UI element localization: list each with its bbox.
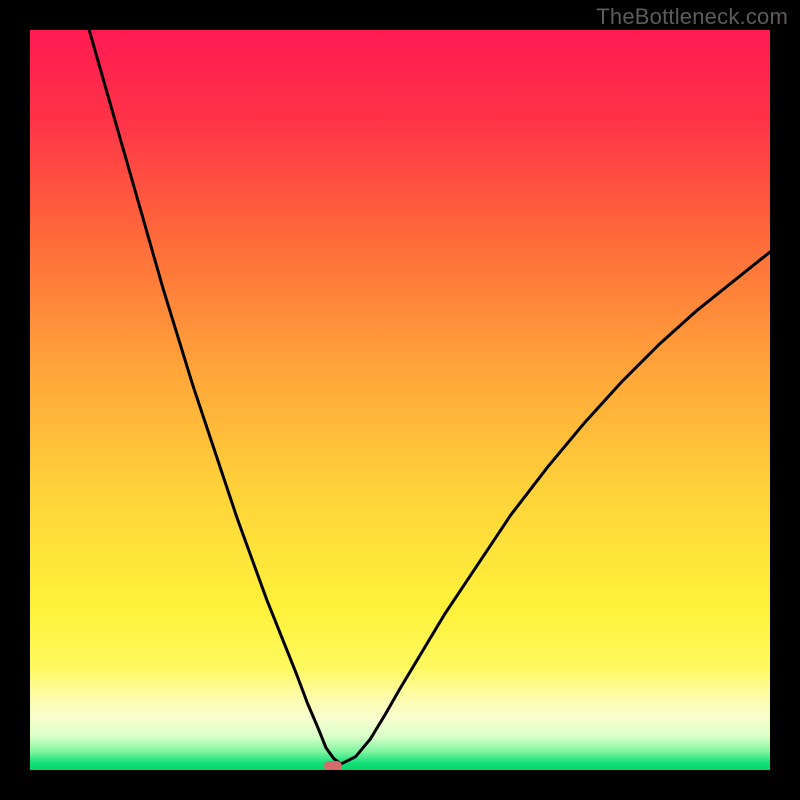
plot-area [30,30,770,770]
bottleneck-curve [30,30,770,770]
chart-frame: TheBottleneck.com [0,0,800,800]
optimum-marker [324,761,342,770]
watermark-text: TheBottleneck.com [596,4,788,30]
